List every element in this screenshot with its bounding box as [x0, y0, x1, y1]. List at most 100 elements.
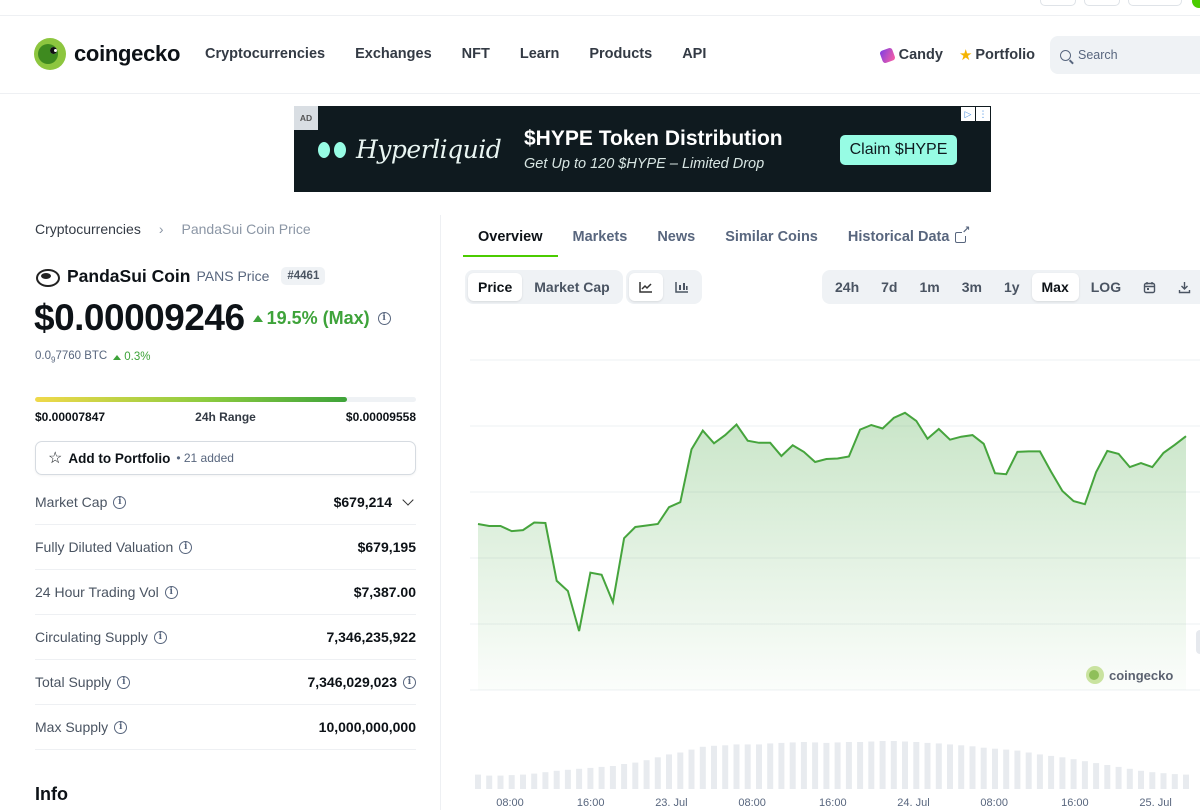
nav-learn[interactable]: Learn [520, 46, 560, 62]
info-icon[interactable]: i [164, 585, 178, 599]
ad-close-icon[interactable]: ⋮ [976, 107, 990, 121]
range-1m[interactable]: 1m [909, 273, 949, 301]
stat-label: Market Cap [35, 494, 108, 510]
nav-exchanges[interactable]: Exchanges [355, 46, 432, 62]
volume-bar [857, 742, 864, 789]
search-input[interactable] [1078, 48, 1178, 62]
logo[interactable]: coingecko [34, 38, 180, 70]
tab-news[interactable]: News [642, 220, 710, 257]
volume-bar [1104, 765, 1111, 789]
tab-similar-coins[interactable]: Similar Coins [710, 220, 833, 257]
volume-bar [497, 775, 504, 789]
ad-cta-button[interactable]: Claim $HYPE [840, 135, 957, 165]
tab-overview[interactable]: Overview [463, 220, 558, 257]
volume-bar [767, 743, 774, 789]
range-max[interactable]: Max [1031, 273, 1079, 301]
candlestick-chart-button[interactable] [665, 273, 699, 301]
metric-market-cap[interactable]: Market Cap [524, 273, 619, 301]
log-scale-toggle[interactable]: LOG [1081, 273, 1131, 301]
stat-label: Circulating Supply [35, 629, 148, 645]
chevron-down-icon[interactable] [402, 494, 414, 506]
range-toggle: 24h 7d 1m 3m 1y Max LOG [822, 270, 1200, 304]
volume-bar [677, 752, 684, 789]
volume-bar [1115, 766, 1122, 789]
top-control[interactable] [1128, 0, 1182, 6]
chart-watermark: coingecko [1086, 666, 1173, 684]
info-icon[interactable]: i [153, 630, 167, 644]
download-icon [1178, 281, 1191, 294]
ad-choices[interactable]: ▷ ⋮ [961, 107, 990, 121]
info-icon[interactable]: i [179, 540, 193, 554]
nav-cryptocurrencies[interactable]: Cryptocurrencies [205, 46, 325, 62]
gecko-logo-icon [34, 38, 66, 70]
stat-row-fdv: Fully Diluted Valuation i $679,195 [35, 525, 416, 570]
column-divider [440, 215, 441, 810]
chart-scroll-handle[interactable] [1196, 630, 1200, 654]
search-box[interactable] [1050, 36, 1200, 74]
metric-price[interactable]: Price [468, 273, 523, 301]
volume-bar [598, 766, 605, 789]
x-tick-label: 23. Jul [655, 797, 687, 809]
portfolio-label: Portfolio [975, 47, 1035, 63]
portfolio-link[interactable]: ★ Portfolio [959, 46, 1035, 64]
range-labels: $0.00007847 24h Range $0.00009558 [35, 410, 416, 424]
top-control[interactable] [1084, 0, 1120, 6]
range-24h[interactable]: 24h [825, 273, 869, 301]
info-icon[interactable]: i [113, 495, 127, 509]
star-icon: ★ [958, 47, 973, 64]
breadcrumb-root[interactable]: Cryptocurrencies [35, 221, 141, 237]
price-change-value: 19.5% (Max) [266, 307, 370, 328]
volume-bar [576, 768, 583, 789]
volume-bar [969, 746, 976, 789]
stat-value: $679,214 [333, 494, 392, 510]
nav-products[interactable]: Products [589, 46, 652, 62]
stat-row-circulating-supply: Circulating Supply i 7,346,235,922 [35, 615, 416, 660]
add-to-portfolio-button[interactable]: ☆ Add to Portfolio • 21 added [35, 441, 416, 475]
info-icon[interactable]: i [114, 720, 128, 734]
info-icon[interactable]: i [117, 675, 131, 689]
range-3m[interactable]: 3m [952, 273, 992, 301]
volume-bar [1025, 752, 1032, 789]
volume-bar [643, 760, 650, 789]
triangle-up-icon [252, 314, 263, 322]
chart-type-toggle [626, 270, 702, 304]
tab-historical-data[interactable]: Historical Data [833, 220, 982, 257]
metric-toggle: Price Market Cap [465, 270, 623, 304]
volume-bar [756, 744, 762, 789]
info-icon[interactable]: i [377, 311, 391, 325]
price-chart[interactable]: 08:00 16:00 23. Jul 08:00 16:00 24. Jul 08:00 1… [470, 330, 1200, 810]
calendar-button[interactable] [1133, 273, 1166, 301]
download-button[interactable] [1168, 273, 1200, 301]
hyperliquid-logo-icon [318, 139, 346, 161]
ad-banner[interactable]: AD Hyperliquid $HYPE Token Distribution … [294, 106, 991, 192]
info-heading: Info [35, 784, 68, 804]
range-bar-fill [35, 397, 348, 402]
range-1y[interactable]: 1y [994, 273, 1030, 301]
volume-bar [542, 772, 549, 789]
range-7d[interactable]: 7d [871, 273, 907, 301]
tab-markets[interactable]: Markets [558, 220, 643, 257]
btc-price-row: 0.097760 BTC 0.3% [35, 350, 150, 364]
stat-value: $7,387.00 [353, 584, 416, 600]
search-icon [1060, 49, 1071, 61]
btc-change: 0.3% [113, 351, 150, 363]
volume-bar [1093, 763, 1100, 789]
rank-badge: #4461 [281, 267, 326, 285]
volume-bar [508, 775, 515, 789]
nav-api[interactable]: API [682, 46, 706, 62]
volume-bar [1138, 770, 1144, 789]
x-tick-label: 16:00 [577, 797, 605, 809]
x-tick-label: 25. Jul [1139, 797, 1171, 809]
top-control[interactable] [1040, 0, 1076, 6]
x-tick-label: 16:00 [819, 797, 847, 809]
line-chart-button[interactable] [629, 273, 663, 301]
adchoices-icon[interactable]: ▷ [961, 107, 975, 121]
info-icon[interactable]: i [403, 675, 416, 689]
range-label[interactable]: 24h Range [195, 410, 256, 424]
candy-link[interactable]: Candy [878, 46, 943, 64]
x-axis-ticks: 08:00 16:00 23. Jul 08:00 16:00 24. Jul 08:00 1… [496, 797, 1172, 809]
nav-nft[interactable]: NFT [462, 46, 490, 62]
volume-bar [823, 742, 830, 789]
status-dot [1192, 0, 1200, 8]
ad-tag: AD [294, 106, 318, 130]
